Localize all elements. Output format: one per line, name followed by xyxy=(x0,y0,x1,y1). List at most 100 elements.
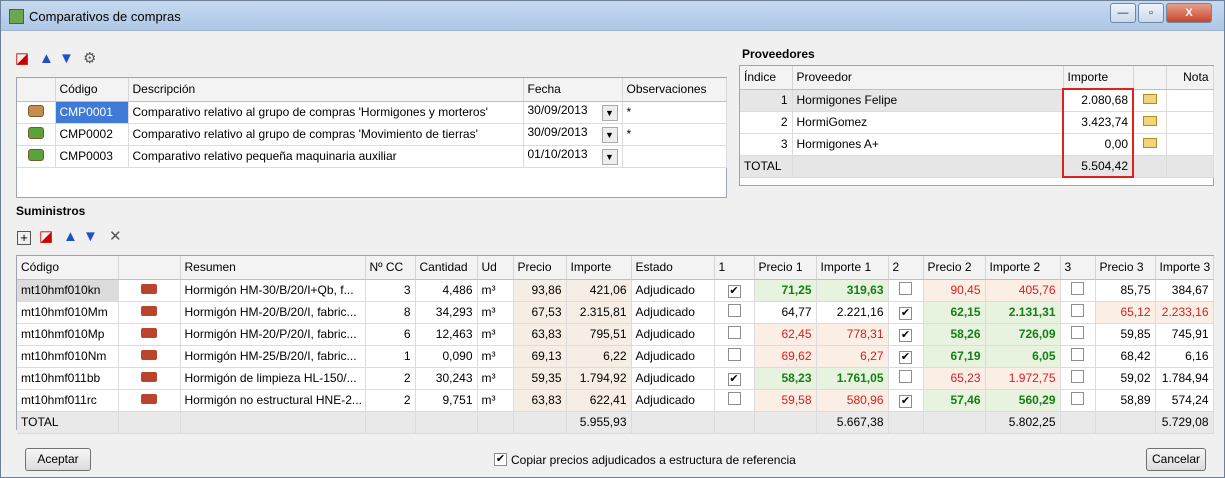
check-3-cell[interactable] xyxy=(1060,345,1096,368)
descripcion-cell[interactable]: Comparativo relativo pequeña maquinaria … xyxy=(128,145,524,168)
precio-cell[interactable]: 69,13 xyxy=(513,345,567,368)
award-checkbox[interactable]: ✔ xyxy=(899,394,912,408)
importe-1-cell[interactable]: 1.761,05 xyxy=(816,367,889,390)
importe-cell[interactable]: 795,51 xyxy=(566,323,632,346)
importe-1-cell[interactable]: 580,96 xyxy=(816,389,889,412)
codigo-cell[interactable]: CMP0001 xyxy=(55,101,129,124)
col-fecha[interactable]: Fecha xyxy=(523,78,623,102)
ud-cell[interactable]: m³ xyxy=(477,367,514,390)
col-cantidad[interactable]: Cantidad xyxy=(415,256,478,280)
award-checkbox[interactable]: ✔ xyxy=(899,306,912,320)
importe-1-cell[interactable]: 319,63 xyxy=(816,279,889,302)
award-checkbox[interactable]: ✔ xyxy=(899,328,912,342)
check-3-cell[interactable] xyxy=(1060,301,1096,324)
precio-2-cell[interactable]: 65,23 xyxy=(923,367,986,390)
delete-icon[interactable]: ◪ xyxy=(39,229,53,245)
precio-3-cell[interactable]: 58,89 xyxy=(1095,389,1156,412)
precio-2-cell[interactable]: 57,46 xyxy=(923,389,986,412)
check-2-cell[interactable]: ✔ xyxy=(888,301,924,324)
obs-cell[interactable] xyxy=(622,145,727,168)
obs-cell[interactable]: * xyxy=(622,101,727,124)
add-icon[interactable]: + xyxy=(17,231,31,245)
arrow-up-icon[interactable]: ▲ xyxy=(39,51,54,67)
ncc-cell[interactable]: 2 xyxy=(365,367,416,390)
table-row[interactable]: mt10hmf010Mm Hormigón HM-20/B/20/I, fabri… xyxy=(17,301,1214,324)
cantidad-cell[interactable]: 12,463 xyxy=(415,323,478,346)
precio-2-cell[interactable]: 90,45 xyxy=(923,279,986,302)
col-ncc[interactable]: Nº CC xyxy=(365,256,416,280)
resumen-cell[interactable]: Hormigón HM-20/P/20/I, fabric... xyxy=(180,323,366,346)
wand-icon[interactable]: ✕ xyxy=(109,229,122,245)
cantidad-cell[interactable]: 30,243 xyxy=(415,367,478,390)
delete-icon[interactable]: ◪ xyxy=(15,51,29,67)
date-dropdown-icon[interactable]: ▼ xyxy=(601,105,618,121)
importe-2-cell[interactable]: 1.972,75 xyxy=(985,367,1061,390)
copiar-checkbox[interactable]: ✔ xyxy=(494,453,507,466)
award-checkbox[interactable]: ✔ xyxy=(727,372,741,386)
ncc-cell[interactable]: 8 xyxy=(365,301,416,324)
table-row[interactable]: CMP0002 Comparativo relativo al grupo de… xyxy=(17,123,727,146)
table-row[interactable]: CMP0003 Comparativo relativo pequeña maq… xyxy=(17,145,727,168)
importe-3-cell[interactable]: 6,16 xyxy=(1155,345,1214,368)
award-checkbox[interactable] xyxy=(1071,370,1084,383)
ud-cell[interactable]: m³ xyxy=(477,389,514,412)
table-row[interactable]: 1 Hormigones Felipe 2.080,68 xyxy=(740,88,1214,112)
proveedor-cell[interactable]: Hormigones Felipe xyxy=(792,89,1064,112)
check-3-cell[interactable] xyxy=(1060,389,1096,412)
importe-3-cell[interactable]: 2.233,16 xyxy=(1155,301,1214,324)
award-checkbox[interactable] xyxy=(727,392,741,405)
codigo-cell[interactable]: mt10hmf010Mm xyxy=(17,301,119,324)
check-2-cell[interactable] xyxy=(888,367,924,390)
award-checkbox[interactable] xyxy=(899,370,912,383)
col-estado[interactable]: Estado xyxy=(631,256,715,280)
arrow-up-icon[interactable]: ▲ xyxy=(63,229,78,245)
award-checkbox[interactable] xyxy=(727,326,741,339)
check-2-cell[interactable]: ✔ xyxy=(888,345,924,368)
table-row[interactable]: mt10hmf010Mp Hormigón HM-20/P/20/I, fabri… xyxy=(17,323,1214,346)
resumen-cell[interactable]: Hormigón de limpieza HL-150/... xyxy=(180,367,366,390)
table-row[interactable]: 3 Hormigones A+ 0,00 xyxy=(740,133,1214,156)
date-dropdown-icon[interactable]: ▼ xyxy=(601,127,618,143)
tools-icon[interactable]: ⚙ xyxy=(83,51,96,67)
codigo-cell[interactable]: mt10hmf011bb xyxy=(17,367,119,390)
award-checkbox[interactable] xyxy=(1071,304,1084,317)
col-precio[interactable]: Precio xyxy=(513,256,567,280)
award-checkbox[interactable] xyxy=(1071,326,1084,339)
fecha-cell[interactable]: 30/09/2013 ▼ xyxy=(523,123,623,146)
importe-3-cell[interactable]: 745,91 xyxy=(1155,323,1214,346)
codigo-cell[interactable]: CMP0003 xyxy=(55,145,129,168)
cantidad-cell[interactable]: 0,090 xyxy=(415,345,478,368)
arrow-down-icon[interactable]: ▼ xyxy=(59,51,74,67)
col-observaciones[interactable]: Observaciones xyxy=(622,78,727,102)
aceptar-button[interactable]: Aceptar xyxy=(25,448,91,471)
table-row[interactable]: mt10hmf011bb Hormigón de limpieza HL-150/… xyxy=(17,367,1214,390)
check-1-cell[interactable] xyxy=(714,345,755,368)
col-importe[interactable]: Importe xyxy=(1063,66,1134,90)
date-dropdown-icon[interactable]: ▼ xyxy=(601,149,618,165)
check-3-cell[interactable] xyxy=(1060,279,1096,302)
minimize-button[interactable]: — xyxy=(1110,3,1136,23)
precio-1-cell[interactable]: 64,77 xyxy=(754,301,817,324)
check-1-cell[interactable]: ✔ xyxy=(714,367,755,390)
precio-1-cell[interactable]: 62,45 xyxy=(754,323,817,346)
ud-cell[interactable]: m³ xyxy=(477,345,514,368)
check-2-cell[interactable] xyxy=(888,279,924,302)
check-2-cell[interactable]: ✔ xyxy=(888,323,924,346)
col-codigo[interactable]: Código xyxy=(17,256,119,280)
col-importe-3[interactable]: Importe 3 xyxy=(1155,256,1214,280)
importe-1-cell[interactable]: 2.221,16 xyxy=(816,301,889,324)
cantidad-cell[interactable]: 34,293 xyxy=(415,301,478,324)
precio-3-cell[interactable]: 59,85 xyxy=(1095,323,1156,346)
codigo-cell[interactable]: mt10hmf010Mp xyxy=(17,323,119,346)
proveedor-cell[interactable]: Hormigones A+ xyxy=(792,133,1064,156)
cantidad-cell[interactable]: 4,486 xyxy=(415,279,478,302)
importe-2-cell[interactable]: 726,09 xyxy=(985,323,1061,346)
importe-cell[interactable]: 421,06 xyxy=(566,279,632,302)
check-1-cell[interactable]: ✔ xyxy=(714,279,755,302)
precio-2-cell[interactable]: 58,26 xyxy=(923,323,986,346)
table-row[interactable]: CMP0001 Comparativo relativo al grupo de… xyxy=(17,101,727,124)
col-importe[interactable]: Importe xyxy=(566,256,632,280)
ncc-cell[interactable]: 3 xyxy=(365,279,416,302)
codigo-cell[interactable]: CMP0002 xyxy=(55,123,129,146)
award-checkbox[interactable] xyxy=(727,304,741,317)
